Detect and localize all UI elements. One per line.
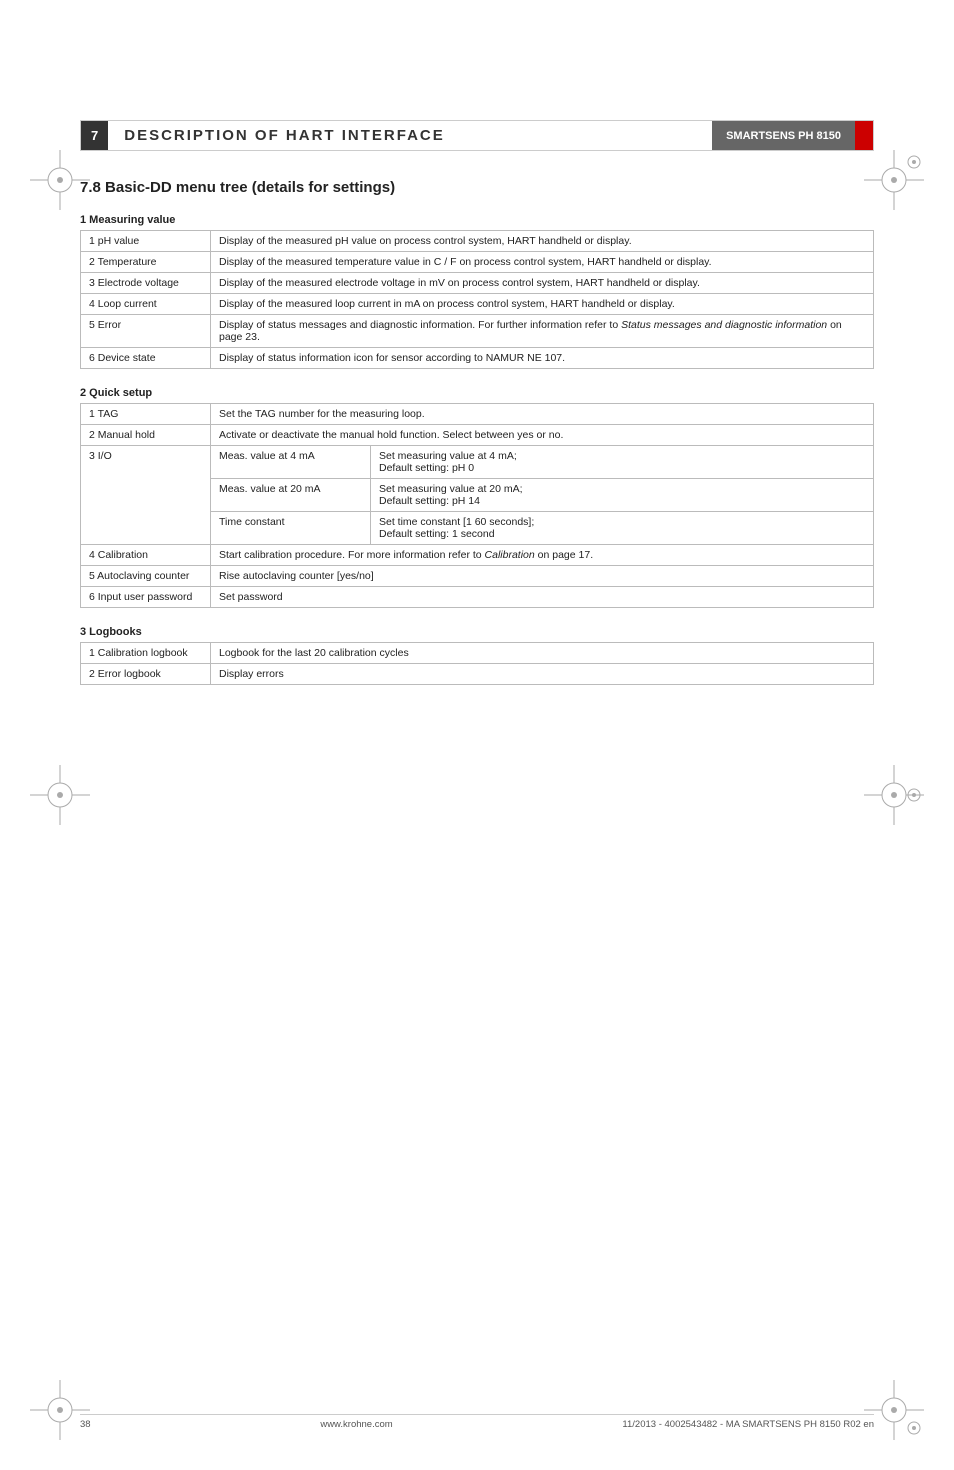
section-number: 7 [81, 121, 108, 150]
corner-mark-mr [864, 765, 924, 825]
row-key: 2 Manual hold [81, 425, 211, 446]
corner-mark-tr [864, 150, 924, 210]
row-key: 6 Input user password [81, 587, 211, 608]
corner-mark-bl [30, 1380, 90, 1440]
row-desc: Display errors [211, 664, 874, 685]
header-bar [855, 121, 873, 150]
table-row: 1 TAG Set the TAG number for the measuri… [81, 404, 874, 425]
sub-key: Time constant [211, 512, 371, 545]
corner-mark-br [864, 1380, 924, 1440]
table-row: 5 Error Display of status messages and d… [81, 315, 874, 348]
row-key: 3 Electrode voltage [81, 273, 211, 294]
table-row: 3 Electrode voltage Display of the measu… [81, 273, 874, 294]
corner-mark-tl [30, 150, 90, 210]
row-desc: Start calibration procedure. For more in… [211, 545, 874, 566]
sub-key: Meas. value at 20 mA [211, 479, 371, 512]
table-row: 2 Temperature Display of the measured te… [81, 252, 874, 273]
row-desc: Display of status information icon for s… [211, 348, 874, 369]
table-row: 2 Manual hold Activate or deactivate the… [81, 425, 874, 446]
footer-page-num: 38 [80, 1419, 91, 1430]
logbooks-table: 1 Calibration logbook Logbook for the la… [80, 642, 874, 685]
row-desc: Set password [211, 587, 874, 608]
header-product: SMARTSENS PH 8150 [712, 121, 855, 150]
measuring-value-table: 1 pH value Display of the measured pH va… [80, 230, 874, 369]
row-key: 6 Device state [81, 348, 211, 369]
row-desc: Set the TAG number for the measuring loo… [211, 404, 874, 425]
row-desc: Display of the measured electrode voltag… [211, 273, 874, 294]
quick-setup-table: 1 TAG Set the TAG number for the measuri… [80, 403, 874, 608]
row-key: 5 Error [81, 315, 211, 348]
row-key: 1 pH value [81, 231, 211, 252]
table-row: 2 Error logbook Display errors [81, 664, 874, 685]
section-heading: 7.8 Basic-DD menu tree (details for sett… [80, 179, 874, 196]
main-content: 7.8 Basic-DD menu tree (details for sett… [80, 179, 874, 685]
table-row: 1 Calibration logbook Logbook for the la… [81, 643, 874, 664]
row-desc: Activate or deactivate the manual hold f… [211, 425, 874, 446]
table-row: 5 Autoclaving counter Rise autoclaving c… [81, 566, 874, 587]
row-key: 1 Calibration logbook [81, 643, 211, 664]
sub-desc: Set time constant [1 60 seconds];Default… [371, 512, 874, 545]
table-row: 6 Device state Display of status informa… [81, 348, 874, 369]
row-desc: Logbook for the last 20 calibration cycl… [211, 643, 874, 664]
row-key: 5 Autoclaving counter [81, 566, 211, 587]
logbooks-label: 3 Logbooks [80, 626, 874, 638]
sub-key: Meas. value at 4 mA [211, 446, 371, 479]
row-desc: Display of status messages and diagnosti… [211, 315, 874, 348]
row-key: 2 Temperature [81, 252, 211, 273]
sub-desc: Set measuring value at 20 mA;Default set… [371, 479, 874, 512]
row-desc: Display of the measured temperature valu… [211, 252, 874, 273]
row-key: 3 I/O [81, 446, 211, 545]
table-row: 3 I/O Meas. value at 4 mA Set measuring … [81, 446, 874, 479]
table-row: 6 Input user password Set password [81, 587, 874, 608]
measuring-value-label: 1 Measuring value [80, 214, 874, 226]
table-row: 4 Calibration Start calibration procedur… [81, 545, 874, 566]
row-desc: Rise autoclaving counter [yes/no] [211, 566, 874, 587]
row-desc: Display of the measured loop current in … [211, 294, 874, 315]
row-key: 4 Calibration [81, 545, 211, 566]
page-footer: 38 www.krohne.com 11/2013 - 4002543482 -… [80, 1414, 874, 1430]
table-row: 1 pH value Display of the measured pH va… [81, 231, 874, 252]
quick-setup-label: 2 Quick setup [80, 387, 874, 399]
footer-website: www.krohne.com [320, 1419, 392, 1430]
table-row: 4 Loop current Display of the measured l… [81, 294, 874, 315]
row-key: 4 Loop current [81, 294, 211, 315]
row-key: 2 Error logbook [81, 664, 211, 685]
corner-mark-ml [30, 765, 90, 825]
header-title: DESCRIPTION OF HART INTERFACE [108, 121, 712, 150]
row-key: 1 TAG [81, 404, 211, 425]
row-desc: Display of the measured pH value on proc… [211, 231, 874, 252]
page-header: 7 DESCRIPTION OF HART INTERFACE SMARTSEN… [80, 120, 874, 151]
sub-desc: Set measuring value at 4 mA;Default sett… [371, 446, 874, 479]
footer-doc-info: 11/2013 - 4002543482 - MA SMARTSENS PH 8… [622, 1419, 874, 1430]
